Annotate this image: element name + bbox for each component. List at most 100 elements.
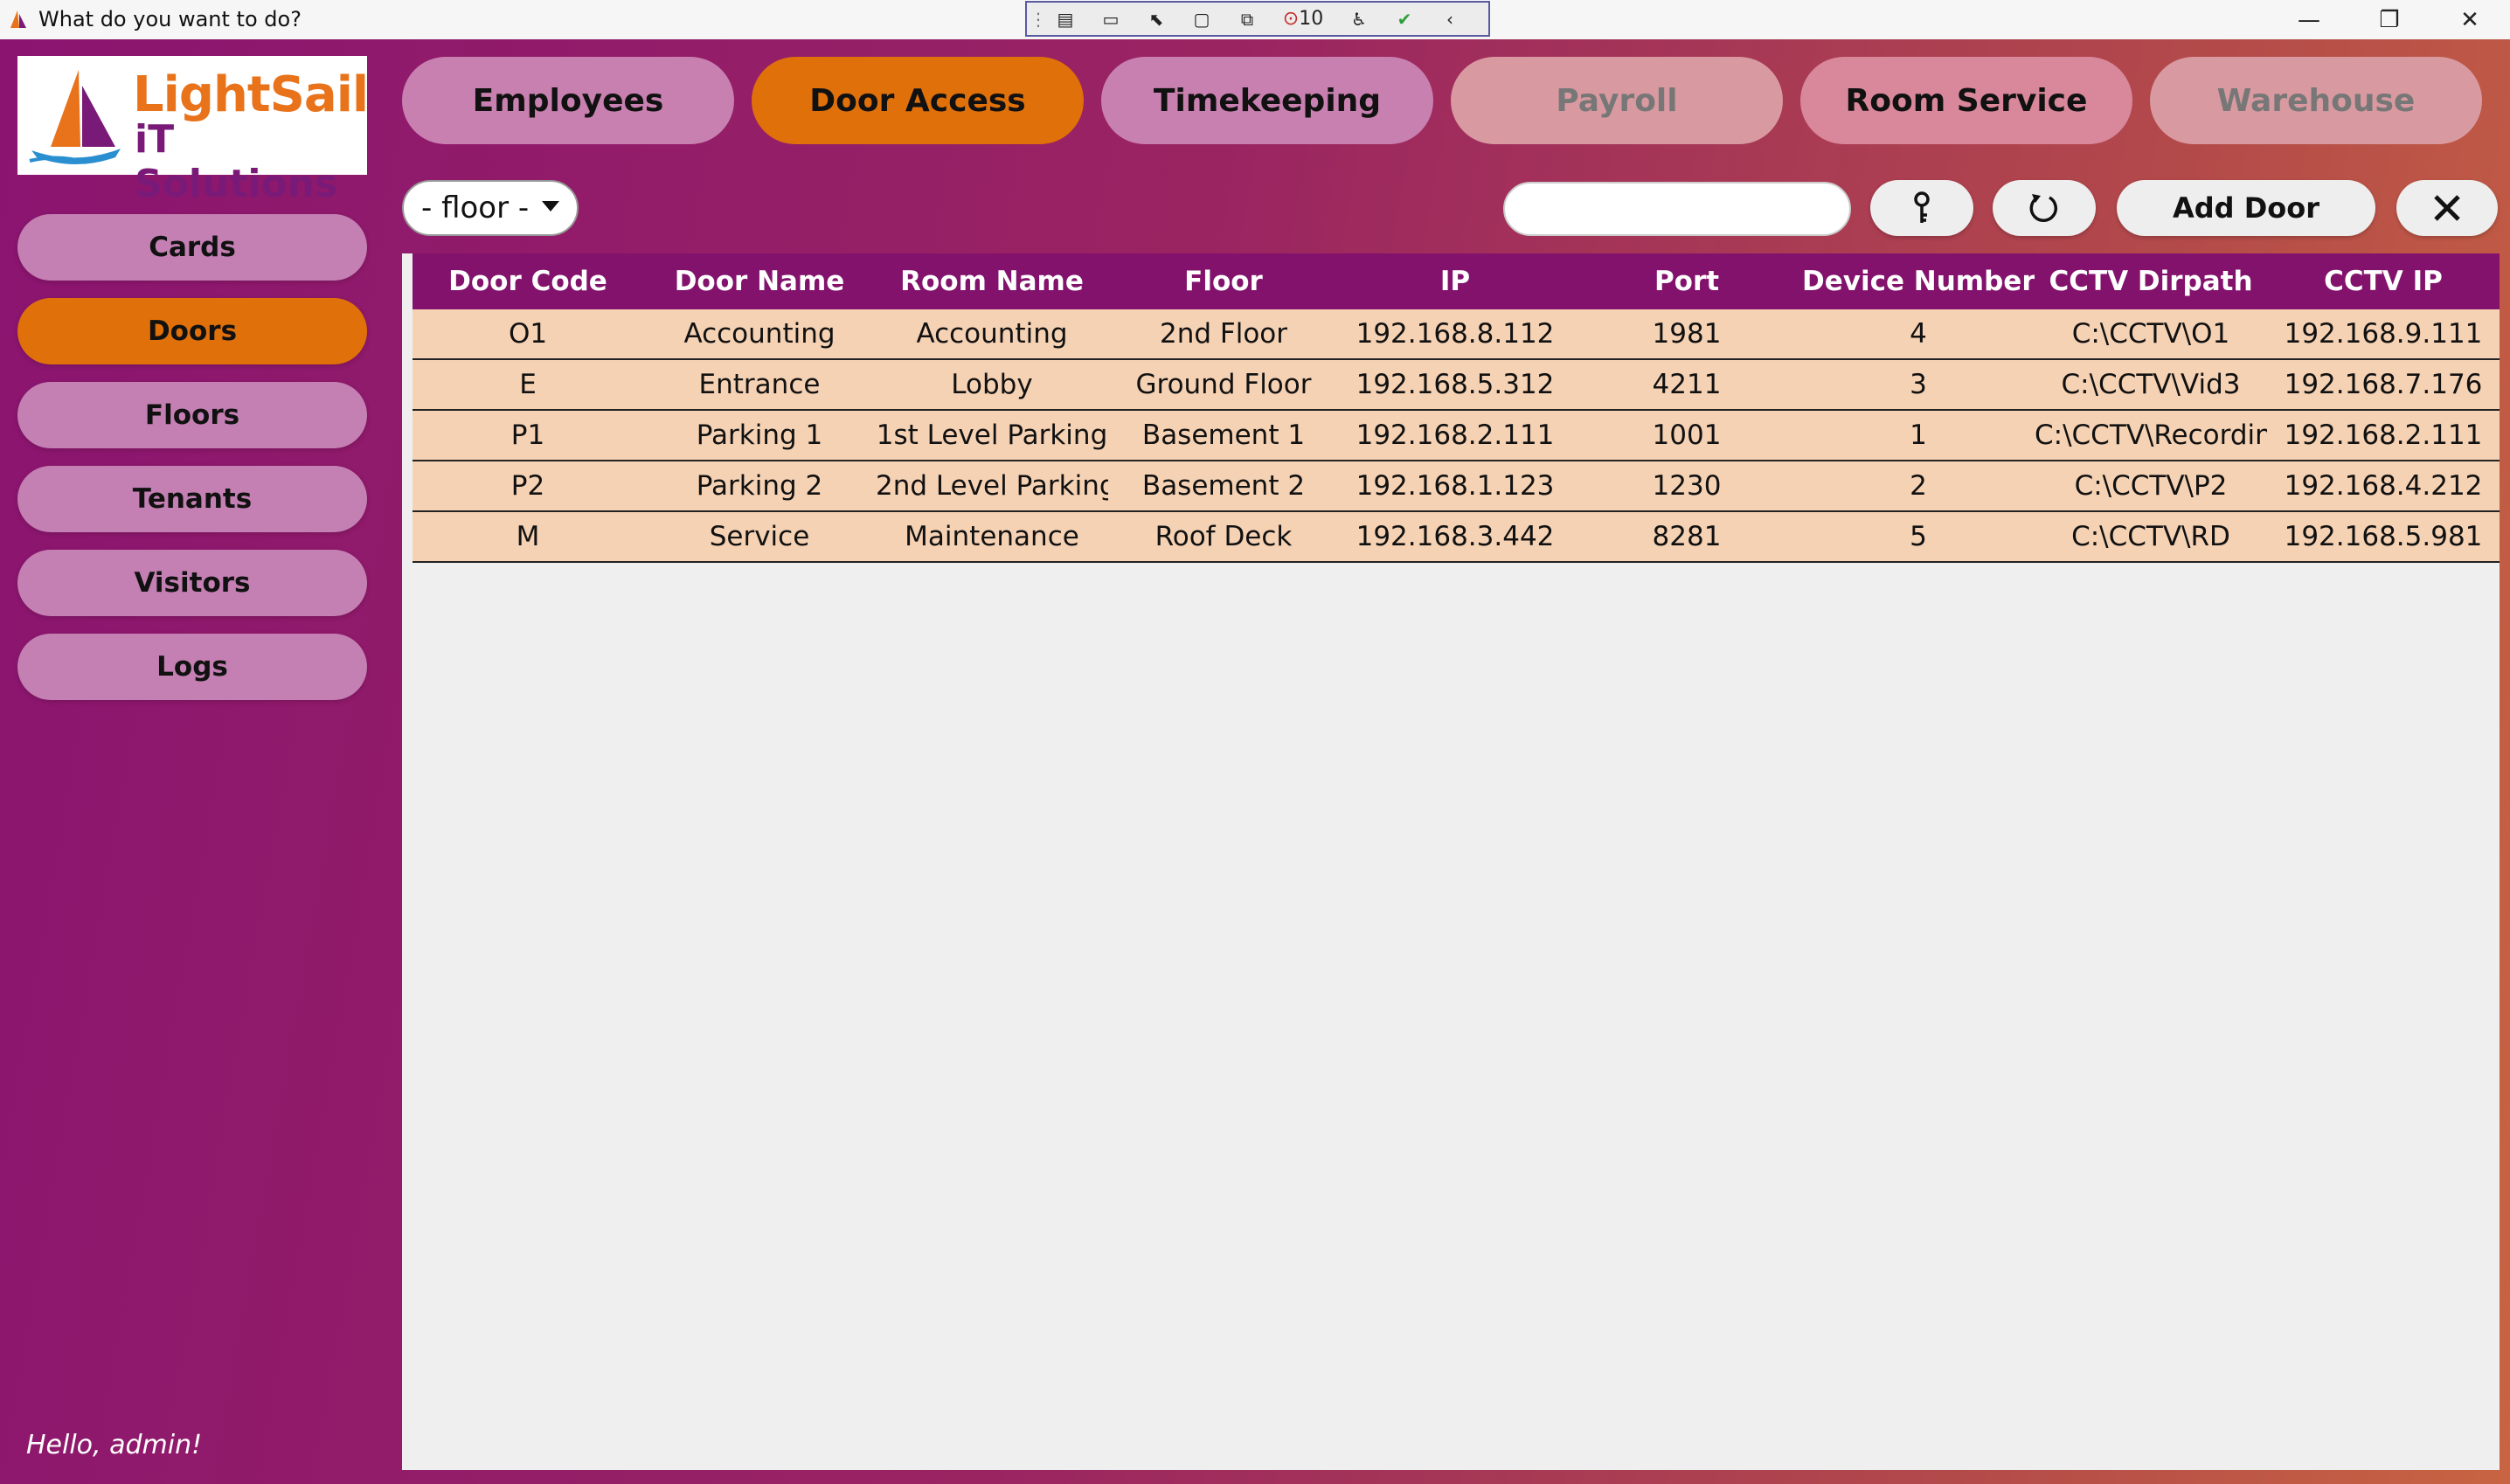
cctv-dirpath-cell[interactable]: C:\CCTV\Vid3 [2035,359,2267,411]
collapse-chevron-icon[interactable]: ‹ [1432,5,1467,33]
door-name-cell[interactable]: Entrance [643,359,876,411]
ip-cell[interactable]: 192.168.3.442 [1339,511,1571,563]
search-input[interactable] [1503,182,1851,236]
ip-cell[interactable]: 192.168.8.112 [1339,309,1571,360]
table-row[interactable]: O1 Accounting Accounting 2nd Floor 192.1… [413,309,2500,360]
sidebar-item-doors[interactable]: Doors [17,298,367,364]
display-layout-icon[interactable]: ⧉ [1230,5,1265,33]
doors-table: Door Code Door Name Room Name Floor IP P… [413,253,2500,563]
binding-failures-counter[interactable]: ⊙ 10 [1275,5,1331,33]
table-row[interactable]: P2 Parking 2 2nd Level Parking Basement … [413,461,2500,512]
frame-icon[interactable]: ▢ [1184,5,1219,33]
column-header[interactable]: CCTV IP [2267,253,2500,309]
floor-cell[interactable]: Ground Floor [1108,359,1339,411]
table-row[interactable]: P1 Parking 1 1st Level Parking Basement … [413,410,2500,461]
device-number-cell[interactable]: 2 [1802,461,2035,512]
door-code-cell[interactable]: O1 [413,309,643,360]
tab-door-access[interactable]: Door Access [752,57,1084,144]
cctv-ip-cell[interactable]: 192.168.5.981 [2267,511,2500,563]
table-row[interactable]: M Service Maintenance Roof Deck 192.168.… [413,511,2500,563]
check-icon[interactable]: ✔ [1387,5,1422,33]
column-header[interactable]: Door Name [643,253,876,309]
cctv-ip-cell[interactable]: 192.168.9.111 [2267,309,2500,360]
grip-icon[interactable]: ⋮ [1030,5,1047,33]
device-number-cell[interactable]: 1 [1802,410,2035,461]
refresh-button[interactable] [1993,180,2096,236]
door-code-cell[interactable]: P2 [413,461,643,512]
floor-cell[interactable]: Basement 1 [1108,410,1339,461]
close-window-button[interactable]: ✕ [2430,0,2510,39]
room-name-cell[interactable]: Lobby [876,359,1108,411]
column-header[interactable]: Port [1571,253,1802,309]
camera-icon[interactable]: ▭ [1093,5,1128,33]
cctv-ip-cell[interactable]: 192.168.7.176 [2267,359,2500,411]
door-code-cell[interactable]: E [413,359,643,411]
door-name-cell[interactable]: Service [643,511,876,563]
title-bar: What do you want to do? ⋮ ▤ ▭ ⬉ ▢ ⧉ ⊙ 10 … [0,0,2510,39]
port-cell[interactable]: 1981 [1571,309,1802,360]
door-code-cell[interactable]: M [413,511,643,563]
port-cell[interactable]: 1001 [1571,410,1802,461]
minimize-button[interactable]: — [2269,0,2349,39]
table-row[interactable]: E Entrance Lobby Ground Floor 192.168.5.… [413,359,2500,411]
select-element-icon[interactable]: ⬉ [1139,5,1174,33]
port-cell[interactable]: 8281 [1571,511,1802,563]
cctv-dirpath-cell[interactable]: C:\CCTV\RD [2035,511,2267,563]
column-header[interactable]: Room Name [876,253,1108,309]
table-header-row: Door Code Door Name Room Name Floor IP P… [413,253,2500,309]
ip-cell[interactable]: 192.168.1.123 [1339,461,1571,512]
port-cell[interactable]: 4211 [1571,359,1802,411]
device-number-cell[interactable]: 4 [1802,309,2035,360]
device-number-cell[interactable]: 3 [1802,359,2035,411]
door-code-cell[interactable]: P1 [413,410,643,461]
room-name-cell[interactable]: 1st Level Parking [876,410,1108,461]
floor-filter-value: - floor - [421,191,530,225]
live-tree-icon[interactable]: ▤ [1048,5,1083,33]
add-door-button[interactable]: Add Door [2117,180,2375,236]
room-name-cell[interactable]: Accounting [876,309,1108,360]
door-name-cell[interactable]: Parking 2 [643,461,876,512]
port-cell[interactable]: 1230 [1571,461,1802,512]
cctv-dirpath-cell[interactable]: C:\CCTV\Recording [2035,410,2267,461]
tab-employees[interactable]: Employees [402,57,734,144]
accessibility-icon[interactable]: ♿ [1342,5,1376,33]
cctv-ip-cell[interactable]: 192.168.4.212 [2267,461,2500,512]
search-button[interactable] [1870,180,1973,236]
floor-cell[interactable]: Roof Deck [1108,511,1339,563]
sidebar-item-floors[interactable]: Floors [17,382,367,448]
restore-button[interactable]: ❐ [2349,0,2430,39]
tab-payroll[interactable]: Payroll [1451,57,1783,144]
ip-cell[interactable]: 192.168.2.111 [1339,410,1571,461]
door-name-cell[interactable]: Parking 1 [643,410,876,461]
floor-filter-dropdown[interactable]: - floor - [402,180,579,236]
error-icon: ⊙ [1282,8,1300,30]
column-header[interactable]: CCTV Dirpath [2035,253,2267,309]
cctv-dirpath-cell[interactable]: C:\CCTV\P2 [2035,461,2267,512]
sidebar-item-logs[interactable]: Logs [17,634,367,700]
window-title: What do you want to do? [38,7,302,31]
close-button[interactable] [2396,180,2498,236]
tab-warehouse[interactable]: Warehouse [2150,57,2482,144]
tab-timekeeping[interactable]: Timekeeping [1101,57,1433,144]
sidebar-item-tenants[interactable]: Tenants [17,466,367,532]
room-name-cell[interactable]: 2nd Level Parking [876,461,1108,512]
cctv-dirpath-cell[interactable]: C:\CCTV\O1 [2035,309,2267,360]
column-header[interactable]: IP [1339,253,1571,309]
app-icon [10,10,26,28]
column-header[interactable]: Door Code [413,253,643,309]
sidebar-item-cards[interactable]: Cards [17,214,367,281]
column-header[interactable]: Device Number [1802,253,2035,309]
ip-cell[interactable]: 192.168.5.312 [1339,359,1571,411]
company-logo: LightSail iT Solutions [17,56,369,206]
floor-cell[interactable]: Basement 2 [1108,461,1339,512]
device-number-cell[interactable]: 5 [1802,511,2035,563]
key-search-icon [1914,191,1930,223]
room-name-cell[interactable]: Maintenance [876,511,1108,563]
column-header[interactable]: Floor [1108,253,1339,309]
cctv-ip-cell[interactable]: 192.168.2.111 [2267,410,2500,461]
door-name-cell[interactable]: Accounting [643,309,876,360]
sidebar-item-visitors[interactable]: Visitors [17,550,367,616]
tab-room-service[interactable]: Room Service [1800,57,2132,144]
floor-cell[interactable]: 2nd Floor [1108,309,1339,360]
brand-name: LightSail [133,66,369,123]
